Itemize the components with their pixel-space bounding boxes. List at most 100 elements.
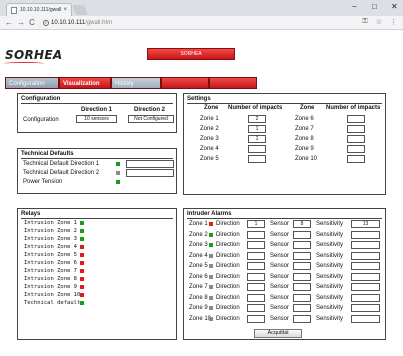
relays-panel: Relays Intrusion Zone 1 Intrusion Zone 2 I… <box>17 208 177 340</box>
alarm-direction-field <box>247 272 265 281</box>
settings-impacts-input[interactable] <box>347 115 365 123</box>
brand-bar: SORHEA <box>147 48 235 60</box>
settings-zone-label: Zone 3 <box>200 136 219 142</box>
forward-icon[interactable]: → <box>17 18 25 27</box>
settings-impacts-input[interactable]: 1 <box>248 135 266 143</box>
alarm-direction-field <box>247 293 265 302</box>
alarm-status-indicator <box>209 222 213 226</box>
alarm-sensitivity-field <box>351 241 380 249</box>
relay-label: Intrusion Zone 4 <box>24 244 77 250</box>
alarm-zone-label: Zone 10 <box>189 315 212 322</box>
sensitivity-label: Sensitivity <box>316 273 344 280</box>
minimize-icon[interactable]: − <box>352 2 357 11</box>
direction-label: Direction <box>216 221 240 227</box>
logo-swoosh <box>4 62 44 65</box>
sensitivity-label: Sensitivity <box>316 221 344 227</box>
tab-configuration[interactable]: Configuration <box>5 77 59 89</box>
settings-zone-label: Zone 10 <box>295 156 318 162</box>
settings-zone-label: Zone 6 <box>295 116 314 122</box>
relay-label: Technical default <box>24 300 81 306</box>
tab-visualization[interactable]: Visualization <box>59 77 111 89</box>
tab-history[interactable]: History <box>111 77 161 89</box>
settings-impacts-input[interactable] <box>347 135 365 143</box>
sensor-label: Sensor <box>270 273 290 280</box>
url-input[interactable]: 10.10.10.111/gwall.htm <box>51 20 112 26</box>
settings-impacts-input[interactable] <box>248 145 266 153</box>
alarm-sensor-field: 8 <box>293 220 311 228</box>
alarm-sensitivity-field <box>351 283 380 291</box>
page-icon <box>11 6 17 14</box>
alarm-sensitivity-field <box>351 272 380 281</box>
technical-default-field <box>126 169 174 177</box>
alarm-status-indicator <box>209 316 213 321</box>
close-window-icon[interactable]: ✕ <box>391 2 398 11</box>
relay-status-indicator <box>80 285 84 289</box>
info-icon[interactable]: i <box>43 19 49 26</box>
relay-status-indicator <box>80 221 84 225</box>
alarm-zone-label: Zone 8 <box>189 294 208 301</box>
tab-close-icon[interactable]: × <box>63 7 67 13</box>
sensor-label: Sensor <box>270 294 290 301</box>
settings-impacts-input[interactable] <box>248 155 266 163</box>
alarm-status-indicator <box>209 264 213 268</box>
relay-label: Intrusion Zone 1 <box>24 220 77 226</box>
direction-label: Direction <box>216 231 240 238</box>
configuration-row-label: Configuration <box>23 117 59 123</box>
direction-label: Direction <box>216 252 240 259</box>
sensitivity-label: Sensitivity <box>316 263 344 269</box>
direction-label: Direction <box>216 273 240 280</box>
alarm-zone-label: Zone 6 <box>189 273 208 280</box>
menu-icon[interactable]: ⋮ <box>390 18 397 26</box>
direction-1-header: Direction 1 <box>81 107 113 113</box>
impacts-header-left: Number of impacts <box>228 105 283 111</box>
tab-extra-2[interactable] <box>209 77 257 89</box>
alarm-status-indicator <box>209 306 213 310</box>
relay-label: Intrusion Zone 8 <box>24 276 77 282</box>
settings-impacts-input[interactable] <box>347 145 365 153</box>
browser-tab[interactable]: 10.10.10.111/gwall.htm × <box>6 3 72 16</box>
settings-impacts-input[interactable]: 2 <box>248 115 266 123</box>
reload-icon[interactable]: C <box>29 18 35 27</box>
tab-extra-1[interactable] <box>161 77 209 89</box>
alarm-sensitivity-field <box>351 262 380 270</box>
alarm-sensor-field <box>293 262 311 270</box>
new-tab-button[interactable] <box>72 5 88 15</box>
settings-impacts-input[interactable] <box>347 125 365 133</box>
sensitivity-label: Sensitivity <box>316 294 344 301</box>
direction-label: Direction <box>216 305 240 311</box>
alarm-sensor-field <box>293 314 311 323</box>
maximize-icon[interactable]: □ <box>372 2 377 11</box>
settings-impacts-input[interactable] <box>347 155 365 163</box>
alarm-zone-label: Zone 9 <box>189 305 208 311</box>
settings-zone-label: Zone 2 <box>200 126 219 132</box>
relay-status-indicator <box>80 245 84 249</box>
key-icon[interactable]: ⚿ <box>362 18 367 26</box>
alarm-status-indicator <box>209 232 213 237</box>
settings-zone-label: Zone 4 <box>200 146 219 152</box>
sensor-label: Sensor <box>270 242 290 248</box>
technical-default-label: Technical Default Direction 1 <box>23 161 100 167</box>
technical-default-label: Technical Default Direction 2 <box>23 170 100 176</box>
relay-label: Intrusion Zone 6 <box>24 260 77 266</box>
status-indicator <box>116 171 120 175</box>
settings-impacts-input[interactable]: 1 <box>248 125 266 133</box>
bookmark-star-icon[interactable]: ☆ <box>376 18 382 26</box>
relay-label: Intrusion Zone 10 <box>24 292 81 298</box>
relay-status-indicator <box>80 293 84 297</box>
zone-header-left: Zone <box>204 105 219 111</box>
settings-zone-label: Zone 7 <box>295 126 314 132</box>
alarm-direction-field <box>247 230 265 239</box>
alarm-direction-field <box>247 283 265 291</box>
alarm-sensitivity-field <box>351 230 380 239</box>
alarm-sensor-field <box>293 283 311 291</box>
relay-label: Intrusion Zone 7 <box>24 268 77 274</box>
sensitivity-label: Sensitivity <box>316 242 344 248</box>
back-icon[interactable]: ← <box>5 18 13 27</box>
alarm-direction-field: 1 <box>247 220 265 228</box>
main-nav: Configuration Visualization History <box>5 77 257 89</box>
relay-status-indicator <box>80 277 84 281</box>
technical-defaults-panel: Technical Defaults Technical Default Dir… <box>17 148 177 194</box>
alarm-direction-field <box>247 241 265 249</box>
alarm-status-indicator <box>209 295 213 300</box>
acquit-button[interactable]: Acquittal <box>254 329 302 338</box>
